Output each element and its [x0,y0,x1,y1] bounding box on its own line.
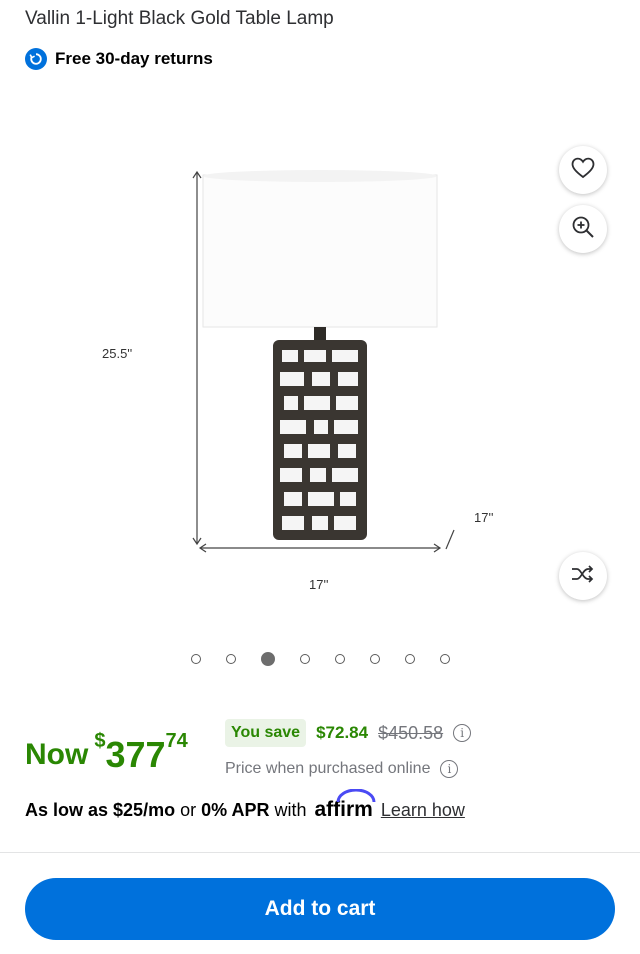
carousel-dot[interactable] [369,654,380,664]
returns-icon [25,48,47,70]
add-to-cart-button[interactable]: Add to cart [25,878,615,940]
heart-icon [571,157,595,184]
free-returns[interactable]: Free 30-day returns [25,48,213,70]
learn-how-link[interactable]: Learn how [381,800,465,821]
carousel-dot[interactable] [334,654,345,664]
you-save-badge: You save [225,719,307,747]
height-dimension: 25.5'' [102,346,132,361]
price-cents: 74 [165,730,188,752]
width-dimension: 17'' [309,577,328,592]
favorite-button[interactable] [559,146,607,194]
online-price-note: Price when purchased online i [225,760,459,778]
carousel-dot[interactable] [225,654,236,664]
or-text: or [180,800,197,820]
carousel-dot[interactable] [260,652,275,666]
affirm-logo: affirm [314,789,376,822]
affirm-arc [336,789,376,803]
now-label: Now [25,738,89,771]
shuffle-button[interactable] [559,552,607,600]
financing-line: As low as $25/mo or 0% APR with affirm L… [25,789,465,822]
divider [0,852,640,853]
as-low-as-text: As low as $25/mo [25,800,176,820]
current-price: Now $ 377 74 [25,728,188,776]
was-price: $450.58 [378,722,444,743]
product-image-area[interactable]: 25.5'' 17'' 17'' [0,95,640,635]
carousel-dot[interactable] [190,654,201,664]
online-note-text: Price when purchased online [225,760,431,777]
returns-label: Free 30-day returns [55,49,213,68]
zoom-in-icon [571,215,595,244]
with-text: with [274,800,307,820]
product-title: Vallin 1-Light Black Gold Table Lamp [25,8,334,29]
apr-text: 0% APR [201,800,270,820]
price-dollars: 377 [105,734,166,775]
carousel-dot[interactable] [299,654,310,664]
depth-dimension: 17'' [474,510,493,525]
zoom-button[interactable] [559,205,607,253]
info-icon[interactable]: i [453,724,472,742]
currency-symbol: $ [94,730,106,752]
carousel-dot[interactable] [404,654,415,664]
product-image: 25.5'' 17'' 17'' [102,170,493,592]
image-carousel-dots [0,652,640,666]
shuffle-icon [571,564,595,589]
info-icon[interactable]: i [440,760,459,778]
carousel-dot[interactable] [439,654,450,664]
save-amount: $72.84 [316,723,369,742]
savings-row: You save $72.84 $450.58 i [225,719,472,747]
